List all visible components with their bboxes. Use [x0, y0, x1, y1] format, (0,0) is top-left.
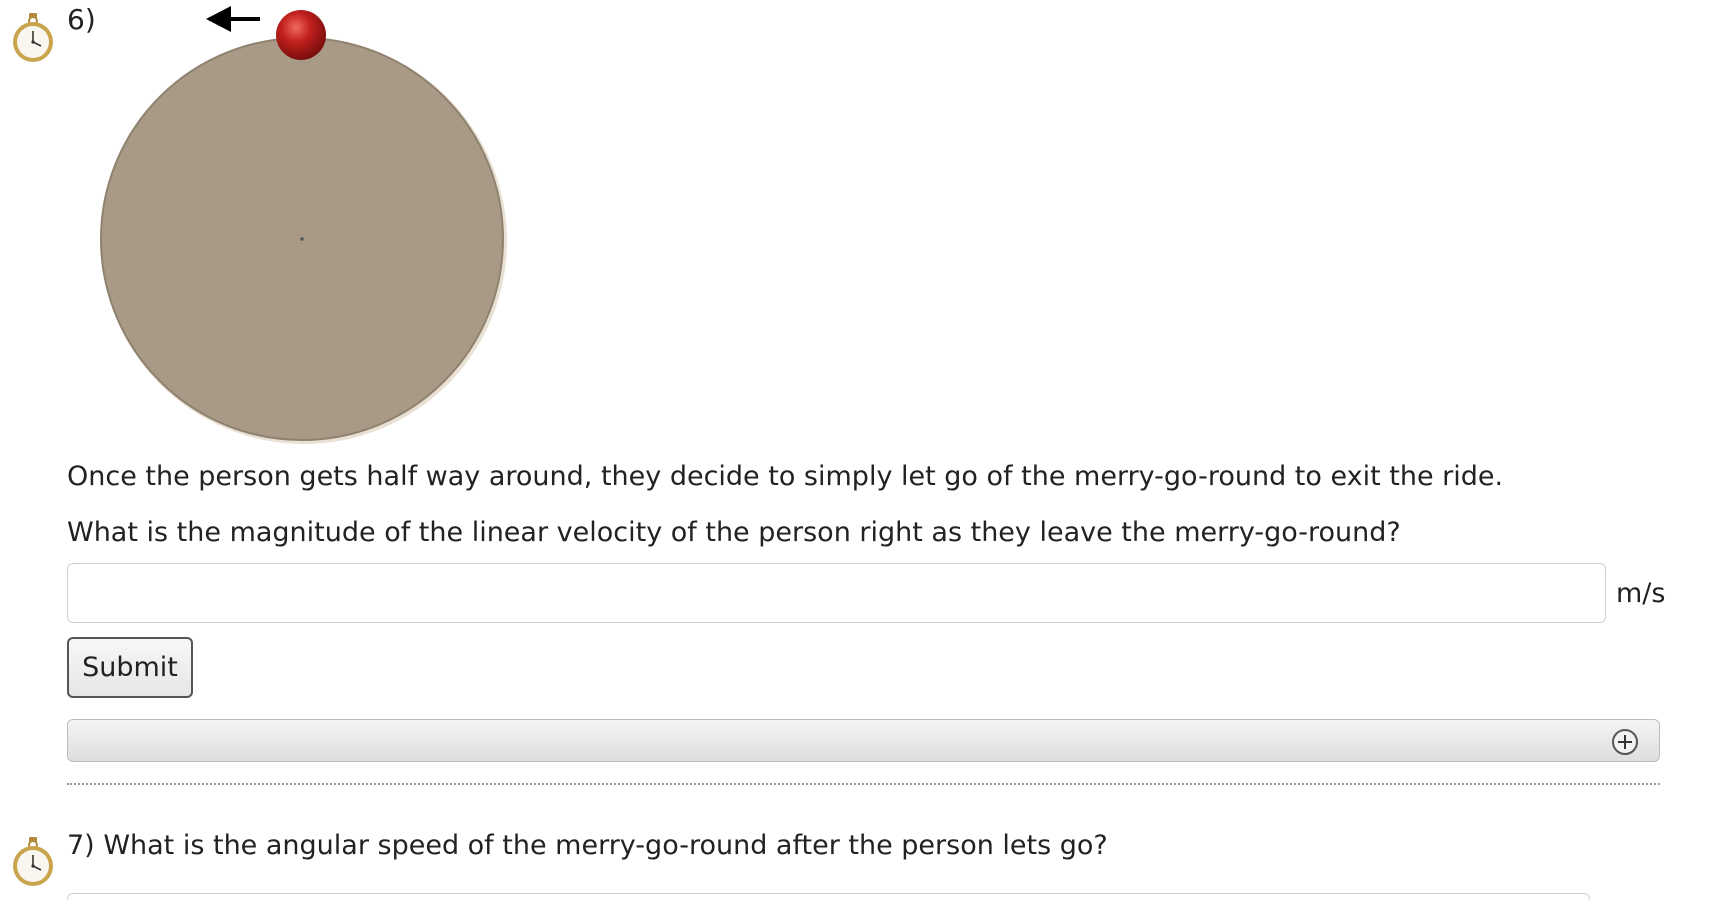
stopwatch-icon [13, 13, 53, 62]
question-statement: Once the person gets half way around, th… [67, 461, 1504, 492]
question-7-prompt: 7) What is the angular speed of the merr… [67, 829, 1108, 863]
answer-input[interactable] [67, 563, 1606, 623]
question-number: 7) [67, 830, 95, 861]
person-ball [276, 10, 326, 60]
arrow-left-icon [206, 6, 260, 32]
expand-panel-bar[interactable] [67, 719, 1660, 762]
plus-circle-icon[interactable] [1611, 728, 1639, 756]
question-page: 6) Once the person gets half way around,… [0, 0, 1732, 900]
answer-input-next[interactable] [67, 893, 1590, 900]
question-prompt: What is the magnitude of the linear velo… [67, 517, 1401, 548]
stopwatch-icon [13, 837, 53, 886]
question-divider [67, 783, 1660, 785]
submit-button[interactable]: Submit [67, 637, 193, 698]
merry-go-round-diagram [100, 6, 507, 444]
question-text: What is the angular speed of the merry-g… [103, 830, 1108, 861]
disk [100, 37, 507, 444]
unit-label: m/s [1616, 578, 1666, 609]
